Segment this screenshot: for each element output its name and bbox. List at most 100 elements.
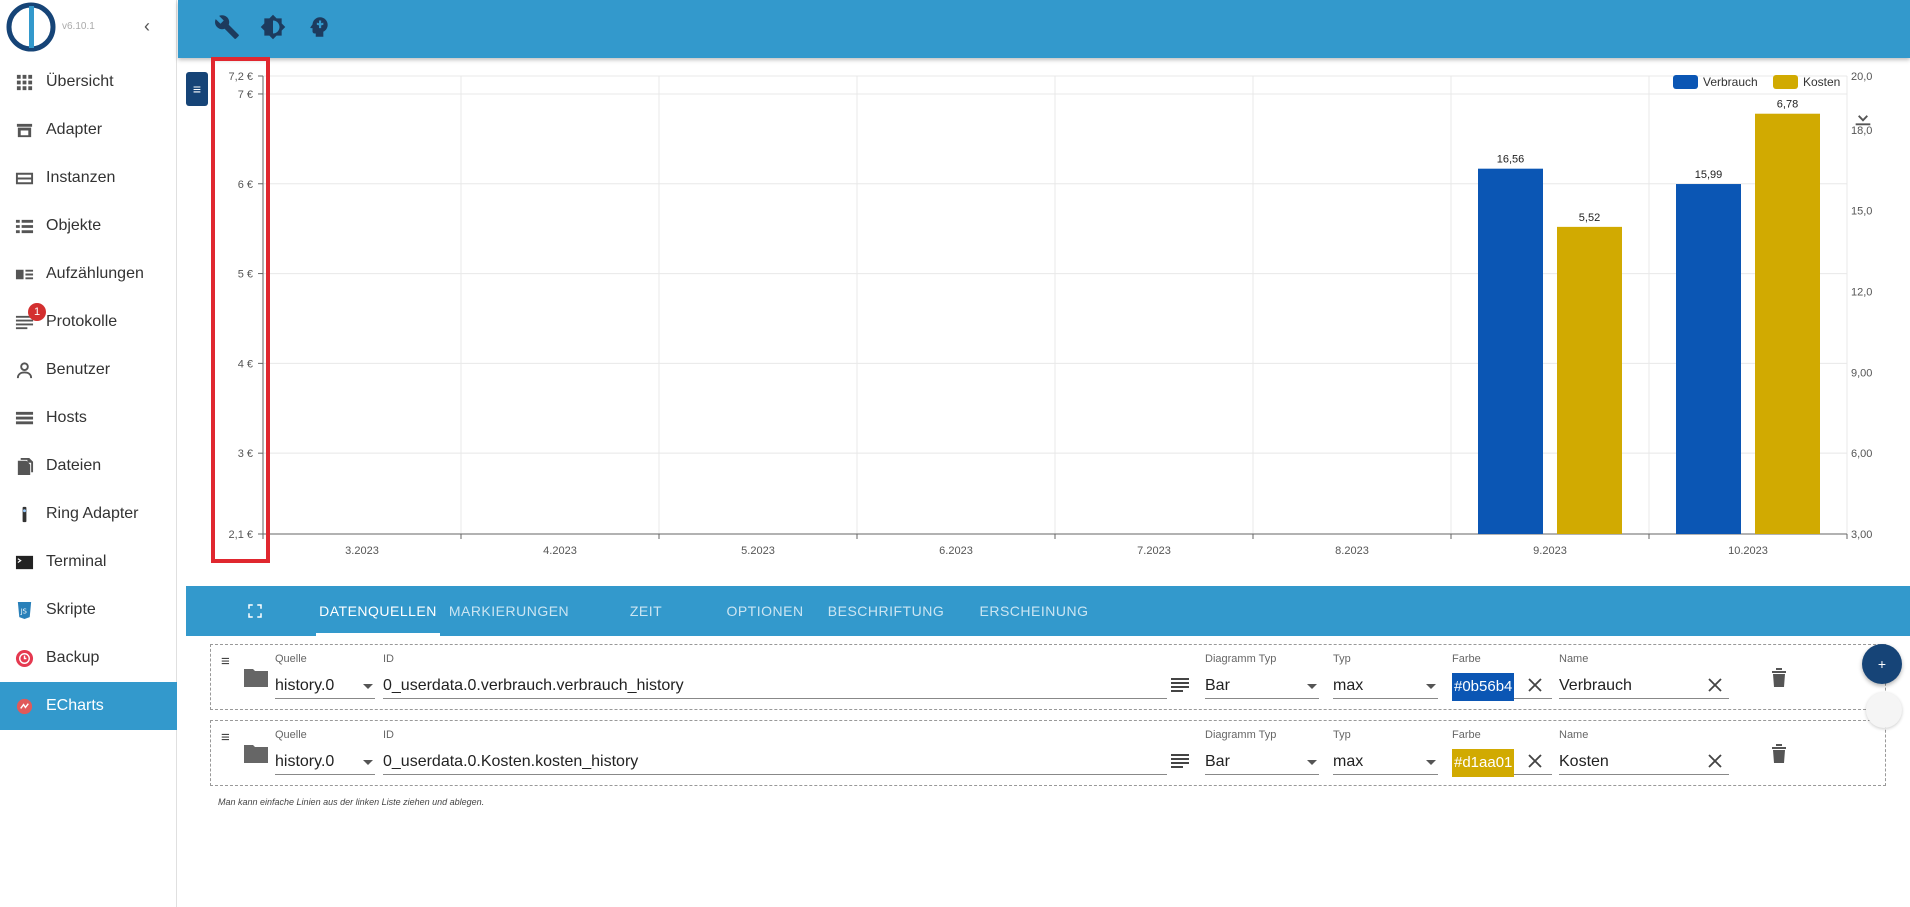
echarts-icon (16, 698, 33, 715)
clear-color-icon[interactable] (1525, 675, 1545, 695)
expert-mode-icon[interactable] (306, 14, 332, 40)
id-label: ID (383, 729, 394, 741)
data-label: 5,52 (1579, 212, 1600, 224)
sidebar-item-terminal[interactable]: Terminal (0, 538, 177, 586)
sidebar-item-label: Dateien (46, 457, 102, 474)
right-axis-tick-label: 3,00 (1851, 529, 1872, 541)
sidebar-item-hosts[interactable]: Hosts (0, 394, 177, 442)
right-axis-tick-label: 9,00 (1851, 367, 1872, 379)
tab-optionen[interactable]: OPTIONEN (720, 586, 810, 636)
sidebar-item-ring-adapter[interactable]: Ring Adapter (0, 490, 177, 538)
delete-icon[interactable] (1771, 743, 1787, 763)
color-label: Farbe (1452, 729, 1481, 741)
drag-handle-icon[interactable]: ≡ (221, 653, 230, 670)
clear-name-icon[interactable] (1705, 675, 1725, 695)
secondary-add-button[interactable] (1866, 692, 1902, 728)
chart-type-select[interactable]: Bar (1205, 673, 1319, 699)
sidebar-menu: Übersicht Adapter Instanzen Objekte Aufzählu… (0, 58, 177, 730)
x-axis-tick-label: 6.2023 (939, 545, 973, 557)
sidebar-item-übersicht[interactable]: Übersicht (0, 58, 177, 106)
chart-type-label: Diagramm Typ (1205, 729, 1277, 741)
files-icon (17, 457, 34, 476)
select-id-icon[interactable] (1171, 677, 1189, 693)
sidebar-item-echarts[interactable]: ECharts (0, 682, 177, 730)
sidebar-item-label: Hosts (46, 409, 87, 426)
left-axis-tick-label: 7,2 € (229, 71, 253, 83)
bar-verbrauch (1676, 184, 1741, 534)
sidebar-item-label: Benutzer (46, 361, 111, 378)
data-label: 6,78 (1777, 99, 1798, 111)
log-count-badge: 1 (28, 303, 46, 321)
left-axis-tick-label: 2,1 € (229, 529, 253, 541)
grid-icon (16, 74, 33, 91)
clear-color-icon[interactable] (1525, 751, 1545, 771)
tab-beschriftung[interactable]: BESCHRIFTUNG (826, 586, 946, 636)
source-select[interactable]: history.0 (275, 749, 375, 775)
x-axis-tick-label: 4.2023 (543, 545, 577, 557)
id-input[interactable]: 0_userdata.0.verbrauch.verbrauch_history (383, 673, 1167, 699)
left-axis-tick-label: 3 € (238, 448, 253, 460)
source-label: Quelle (275, 729, 307, 741)
sidebar-item-adapter[interactable]: Adapter (0, 106, 177, 154)
right-axis-tick-label: 15,0 (1851, 206, 1872, 218)
aggregate-type-select[interactable]: max (1333, 749, 1438, 775)
tab-markierungen[interactable]: MARKIERUNGEN (448, 586, 570, 636)
sidebar-item-backup[interactable]: Backup (0, 634, 177, 682)
tab-zeit[interactable]: ZEIT (616, 586, 676, 636)
name-label: Name (1559, 729, 1589, 741)
collapse-sidebar-icon[interactable]: ‹ (138, 17, 156, 35)
version-label: v6.10.1 (62, 21, 95, 32)
color-input[interactable]: #0b56b4 (1452, 673, 1515, 701)
color-input[interactable]: #d1aa01 (1452, 749, 1515, 777)
download-icon[interactable] (1852, 106, 1874, 128)
sidebar-item-skripte[interactable]: JS Skripte (0, 586, 177, 634)
sidebar-item-label: Adapter (46, 121, 103, 138)
folder-icon[interactable] (243, 667, 269, 687)
fullscreen-icon[interactable] (246, 602, 264, 620)
sidebar: v6.10.1 ‹ Übersicht Adapter Instanzen Objek… (0, 0, 177, 907)
source-select[interactable]: history.0 (275, 673, 375, 699)
type-label: Typ (1333, 729, 1351, 741)
add-line-button[interactable]: + (1862, 644, 1902, 684)
sidebar-item-protokolle[interactable]: 1 Protokolle (0, 298, 177, 346)
tab-datenquellen[interactable]: DATENQUELLEN (316, 586, 440, 636)
tab-erscheinung[interactable]: ERSCHEINUNG (974, 586, 1094, 636)
chart-type-label: Diagramm Typ (1205, 653, 1277, 665)
sidebar-item-label: Backup (46, 649, 100, 666)
user-icon (16, 362, 33, 379)
clear-name-icon[interactable] (1705, 751, 1725, 771)
sidebar-item-instanzen[interactable]: Instanzen (0, 154, 177, 202)
wrench-icon[interactable] (214, 14, 240, 40)
enum-icon (15, 269, 34, 280)
delete-icon[interactable] (1771, 667, 1787, 687)
type-label: Typ (1333, 653, 1351, 665)
sidebar-item-label: Ring Adapter (46, 505, 139, 522)
left-axis-tick-label: 4 € (238, 358, 253, 370)
data-source-row: ≡ Quelle history.0 ID 0_userdata.0.verbr… (210, 644, 1886, 710)
sidebar-item-dateien[interactable]: Dateien (0, 442, 177, 490)
color-label: Farbe (1452, 653, 1481, 665)
sidebar-item-aufzählungen[interactable]: Aufzählungen (0, 250, 177, 298)
legend-swatch (1673, 75, 1698, 89)
brightness-icon[interactable] (260, 14, 286, 40)
sidebar-item-label: Terminal (46, 553, 107, 570)
ring-icon (22, 506, 27, 523)
sidebar-item-objekte[interactable]: Objekte (0, 202, 177, 250)
folder-icon[interactable] (243, 743, 269, 763)
name-input[interactable]: Verbrauch (1559, 673, 1729, 699)
sidebar-item-benutzer[interactable]: Benutzer (0, 346, 177, 394)
name-input[interactable]: Kosten (1559, 749, 1729, 775)
id-input[interactable]: 0_userdata.0.Kosten.kosten_history (383, 749, 1167, 775)
toggle-list-button[interactable]: ≡ (186, 72, 208, 106)
x-axis-tick-label: 10.2023 (1728, 545, 1768, 557)
iobroker-logo[interactable] (6, 2, 56, 52)
x-axis-tick-label: 3.2023 (345, 545, 379, 557)
settings-tabbar: DATENQUELLEN MARKIERUNGEN ZEIT OPTIONEN … (186, 586, 1910, 636)
chart-area: 7,2 €7 €6 €5 €4 €3 €2,1 €20,0 18,0 15,0 12,… (178, 58, 1910, 586)
select-id-icon[interactable] (1171, 753, 1189, 769)
left-axis-tick-label: 7 € (238, 89, 253, 101)
chart-type-select[interactable]: Bar (1205, 749, 1319, 775)
data-source-row: ≡ Quelle history.0 ID 0_userdata.0.Koste… (210, 720, 1886, 786)
aggregate-type-select[interactable]: max (1333, 673, 1438, 699)
drag-handle-icon[interactable]: ≡ (221, 729, 230, 746)
